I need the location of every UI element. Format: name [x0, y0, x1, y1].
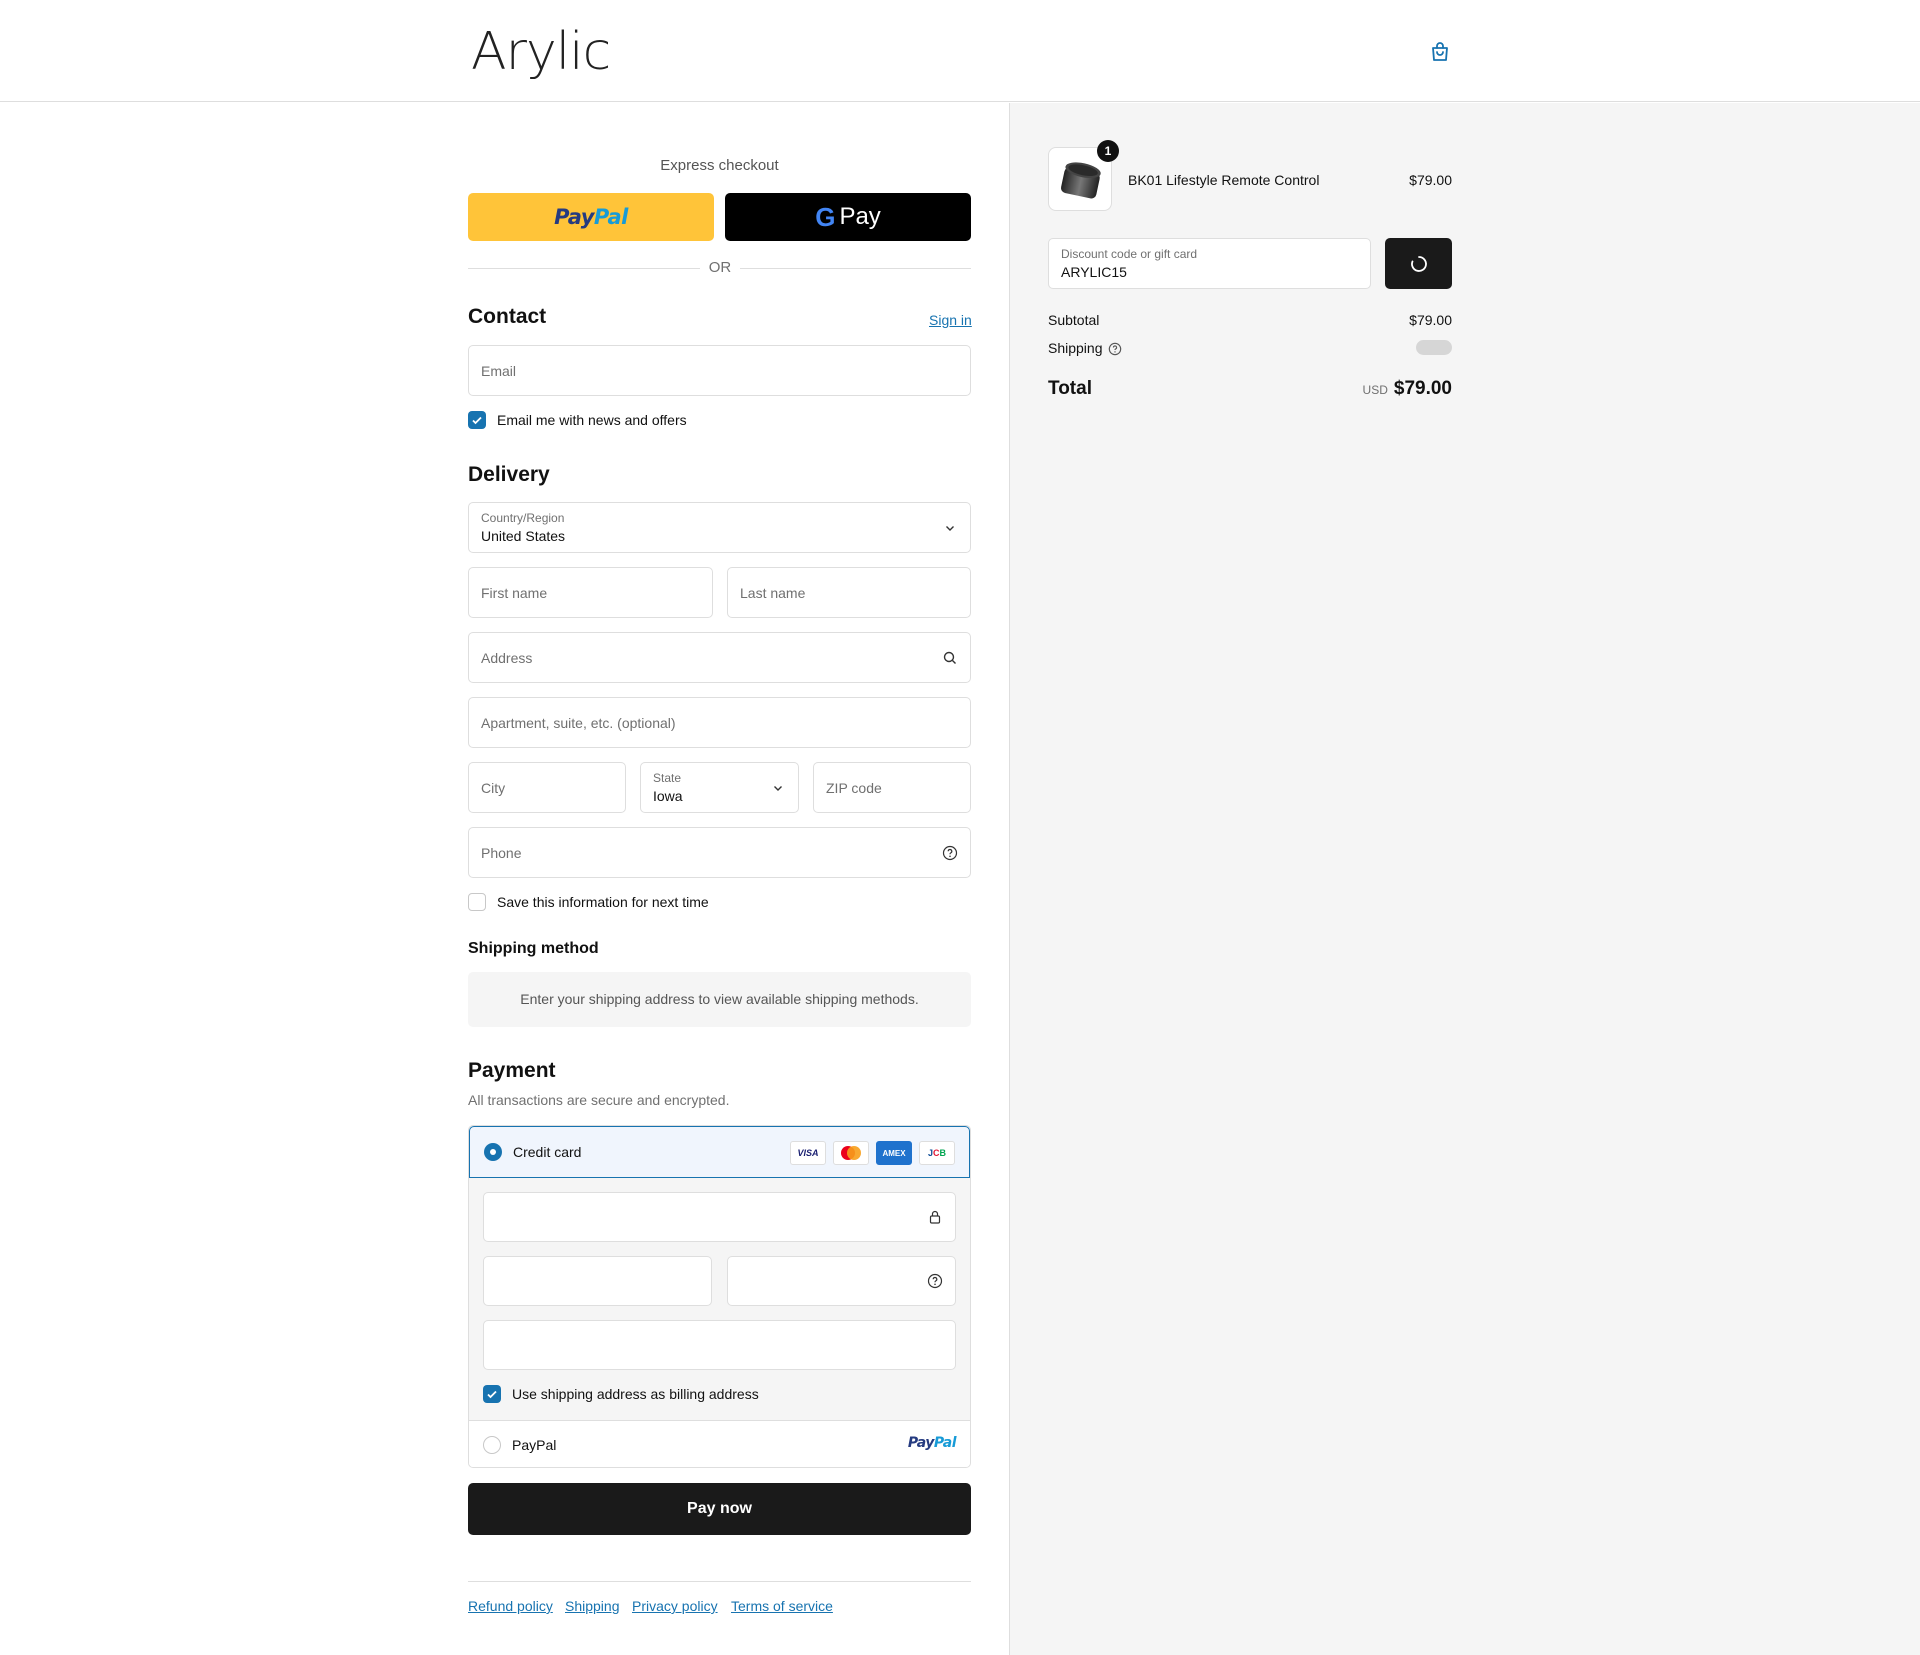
apartment-field[interactable]: Apartment, suite, etc. (optional)	[468, 697, 971, 748]
sign-in-link[interactable]: Sign in	[929, 312, 972, 328]
news-offers-label: Email me with news and offers	[497, 412, 687, 428]
visa-icon: VISA	[790, 1141, 826, 1165]
check-icon	[472, 416, 482, 425]
first-name-field[interactable]: First name	[468, 567, 713, 618]
shipping-method-message: Enter your shipping address to view avai…	[468, 972, 971, 1027]
paypal-logo: PayPal	[554, 205, 628, 229]
amex-icon: AMEX	[876, 1141, 912, 1165]
apply-discount-button[interactable]	[1385, 238, 1452, 289]
shipping-label: Shipping	[1048, 340, 1103, 356]
total-value: $79.00	[1393, 378, 1452, 399]
billing-address-checkbox[interactable]	[483, 1385, 501, 1403]
billing-address-label: Use shipping address as billing address	[512, 1386, 759, 1402]
shipping-method-title: Shipping method	[468, 940, 599, 957]
card-number-field[interactable]	[483, 1192, 956, 1242]
card-cvv-field[interactable]	[727, 1256, 956, 1306]
mastercard-icon	[833, 1141, 869, 1165]
product-price: $79.00	[1409, 172, 1452, 188]
product-name: BK01 Lifestyle Remote Control	[1128, 172, 1320, 188]
chevron-down-icon	[946, 525, 954, 531]
address-field[interactable]: Address	[468, 632, 971, 683]
phone-field[interactable]: Phone	[468, 827, 971, 878]
search-icon	[943, 651, 956, 664]
subtotal-value: $79.00	[1409, 312, 1452, 328]
paypal-logo: PayPal	[907, 1435, 957, 1451]
help-circle-icon[interactable]	[1108, 342, 1122, 356]
privacy-policy-link[interactable]: Privacy policy	[632, 1598, 718, 1614]
chevron-down-icon	[774, 785, 782, 791]
news-offers-checkbox[interactable]	[468, 411, 486, 429]
google-pay-logo: G Pay	[815, 201, 881, 232]
payment-title: Payment	[468, 1059, 556, 1082]
subtotal-label: Subtotal	[1048, 312, 1100, 328]
payment-methods-panel: Credit card VISA AMEX JCB Use shipping a…	[468, 1125, 971, 1468]
help-circle-icon[interactable]	[927, 1273, 943, 1289]
save-info-label: Save this information for next time	[497, 894, 709, 910]
quantity-badge: 1	[1097, 140, 1119, 162]
shopping-bag-icon[interactable]	[1428, 40, 1452, 64]
check-icon	[487, 1390, 497, 1399]
total-label: Total	[1048, 378, 1092, 399]
express-checkout-title: Express checkout	[660, 157, 779, 174]
paypal-option[interactable]: PayPal PayPal	[469, 1420, 970, 1467]
save-info-checkbox[interactable]	[468, 893, 486, 911]
terms-of-service-link[interactable]: Terms of service	[731, 1598, 833, 1614]
loading-spinner-icon	[1410, 255, 1427, 272]
card-expiry-field[interactable]	[483, 1256, 712, 1306]
contact-title: Contact	[468, 305, 547, 328]
card-name-field[interactable]	[483, 1320, 956, 1370]
pay-now-button[interactable]: Pay now	[468, 1483, 971, 1535]
logo[interactable]: Arylic	[471, 22, 611, 82]
state-select[interactable]: State Iowa	[640, 762, 799, 813]
total-amount: USD $79.00	[1340, 378, 1452, 400]
paypal-express-button[interactable]: PayPal	[468, 193, 714, 241]
credit-card-option[interactable]: Credit card VISA AMEX JCB	[469, 1126, 970, 1178]
currency-code: USD	[1362, 383, 1388, 397]
delivery-title: Delivery	[468, 463, 550, 486]
product-thumbnail: 1	[1048, 140, 1119, 211]
help-circle-icon[interactable]	[942, 845, 958, 861]
shipping-policy-link[interactable]: Shipping	[565, 1598, 620, 1614]
shipping-value-loading	[1416, 340, 1452, 355]
header: Arylic	[0, 0, 1920, 102]
last-name-field[interactable]: Last name	[727, 567, 971, 618]
credit-card-label: Credit card	[513, 1144, 582, 1160]
paypal-radio[interactable]	[483, 1436, 501, 1454]
discount-code-field[interactable]: Discount code or gift card ARYLIC15	[1048, 238, 1371, 289]
paypal-option-label: PayPal	[512, 1437, 557, 1453]
credit-card-radio[interactable]	[484, 1143, 502, 1161]
payment-subtitle: All transactions are secure and encrypte…	[468, 1092, 730, 1108]
google-g-icon: G	[815, 201, 836, 232]
jcb-icon: JCB	[919, 1141, 955, 1165]
city-field[interactable]: City	[468, 762, 626, 813]
google-pay-button[interactable]: G Pay	[725, 193, 971, 241]
refund-policy-link[interactable]: Refund policy	[468, 1598, 553, 1614]
country-select[interactable]: Country/Region United States	[468, 502, 971, 553]
email-field[interactable]: Email	[468, 345, 971, 396]
lock-icon	[929, 1210, 941, 1224]
zip-code-field[interactable]: ZIP code	[813, 762, 971, 813]
order-summary-column	[1010, 103, 1920, 1655]
or-divider-text: OR	[700, 259, 740, 276]
footer-divider	[468, 1581, 971, 1582]
